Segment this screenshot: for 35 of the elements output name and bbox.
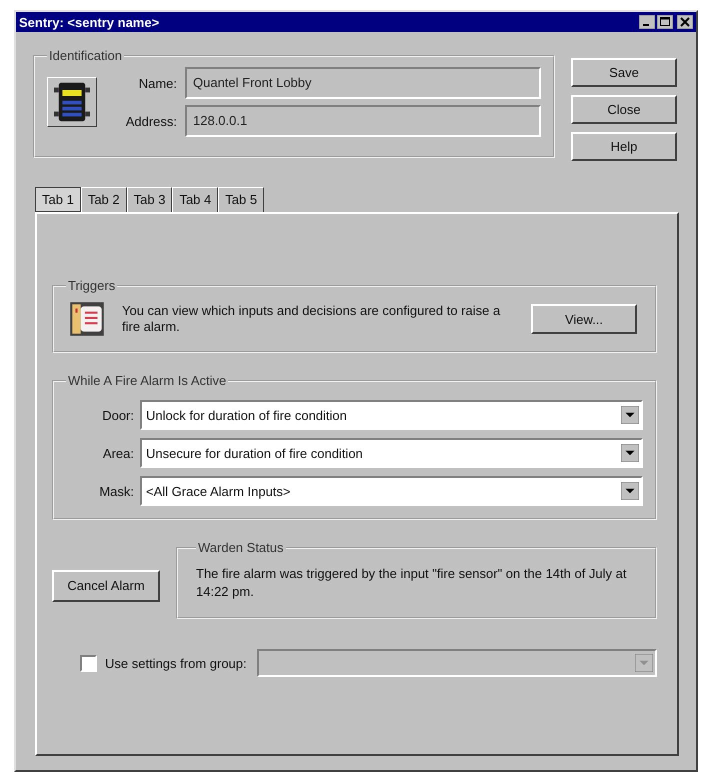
close-icon[interactable] <box>677 15 693 29</box>
group-label: Triggers <box>67 278 116 293</box>
dialog-button[interactable]: Save <box>571 58 677 87</box>
window-title: Sentry: <sentry name> <box>19 14 160 30</box>
view-button[interactable]: View... <box>531 304 637 334</box>
tab[interactable]: Tab 2 <box>80 187 127 212</box>
status-text: The fire alarm was triggered by the input "fire sensor" on the 14th of July at 14:22 pm. <box>196 565 628 601</box>
dropdown[interactable]: <All Grace Alarm Inputs> <box>140 476 643 506</box>
tab[interactable]: Tab 1 <box>35 187 81 212</box>
name-label: Name: <box>138 76 177 90</box>
minimize-icon[interactable] <box>639 15 655 29</box>
dropdown-arrow-icon[interactable] <box>621 482 639 500</box>
dropdown-arrow-icon[interactable] <box>621 406 639 424</box>
field-label: Area: <box>102 446 134 460</box>
field-label: Mask: <box>98 484 134 498</box>
dropdown-arrow-icon[interactable] <box>621 444 639 462</box>
tab[interactable]: Tab 5 <box>218 187 264 212</box>
dialog-button[interactable]: Help <box>571 132 677 161</box>
group-label: While A Fire Alarm Is Active <box>67 373 228 388</box>
dropdown[interactable]: Unlock for duration of fire condition <box>140 400 643 430</box>
field-label: Door: <box>101 408 134 422</box>
address-label: Address: <box>124 114 177 128</box>
dropdown[interactable]: Unsecure for duration of fire condition <box>140 438 643 468</box>
name-field[interactable]: Quantel Front Lobby <box>185 67 541 99</box>
group-label: Warden Status <box>197 540 285 555</box>
cancel-alarm-button[interactable]: Cancel Alarm <box>52 570 160 602</box>
group-label: Identification <box>48 48 123 63</box>
maximize-icon[interactable] <box>657 15 673 29</box>
device-icon <box>47 77 97 127</box>
dialog-button[interactable]: Close <box>571 95 677 124</box>
tab[interactable]: Tab 3 <box>126 187 172 212</box>
checkbox-label: Use settings from group: <box>105 656 247 670</box>
address-field[interactable]: 128.0.0.1 <box>185 105 541 137</box>
tab[interactable]: Tab 4 <box>172 187 218 212</box>
description-text: You can view which inputs and decisions are configured to raise a fire alarm. <box>122 303 502 335</box>
